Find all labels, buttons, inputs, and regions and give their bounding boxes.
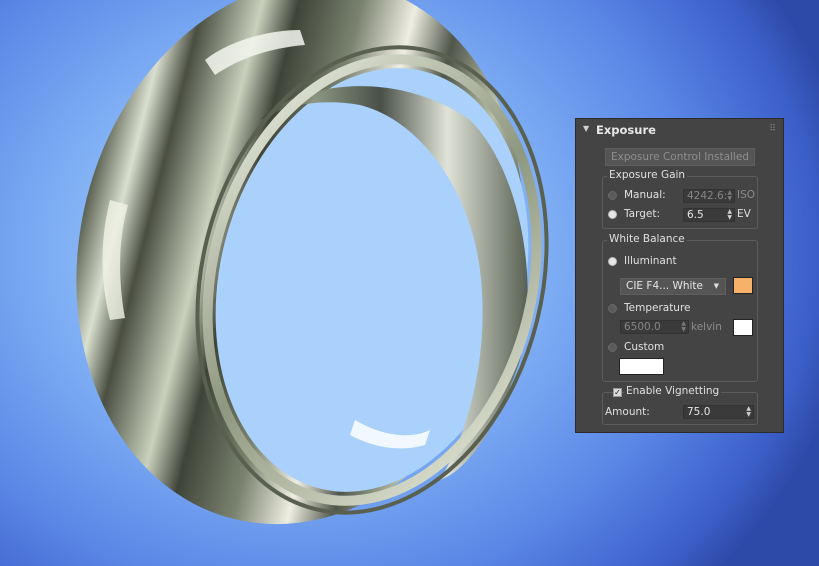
- white-balance-group: White Balance Illuminant CIE F4... White…: [602, 233, 758, 382]
- spinner-arrows-icon[interactable]: ▲ ▼: [746, 406, 751, 418]
- target-radio[interactable]: [608, 210, 617, 219]
- chevron-down-icon: ▼: [713, 282, 719, 290]
- illuminant-label: Illuminant: [624, 255, 677, 267]
- temperature-label: Temperature: [624, 302, 691, 314]
- drag-grip-icon[interactable]: ⠿: [769, 124, 776, 134]
- vignetting-group: ✓ Enable Vignetting Amount: 75.0 ▲ ▼: [602, 385, 758, 425]
- amount-value: 75.0: [687, 406, 711, 418]
- illuminant-color-swatch[interactable]: [733, 277, 753, 294]
- iso-unit: ISO: [737, 189, 756, 201]
- kelvin-unit: kelvin: [691, 321, 722, 333]
- exposure-gain-group: Exposure Gain Manual: 4242.6: ▲ ▼ ISO Tar…: [602, 169, 758, 229]
- illuminant-radio[interactable]: [608, 257, 617, 266]
- exposure-rollout: ▼ Exposure ⠿ Exposure Control Installed …: [575, 118, 784, 433]
- white-balance-label: White Balance: [607, 233, 687, 245]
- manual-label: Manual:: [624, 189, 666, 201]
- temperature-value: 6500.0: [624, 321, 661, 333]
- temperature-kelvin-spinner[interactable]: 6500.0 ▲ ▼: [620, 320, 689, 334]
- spinner-arrows-icon[interactable]: ▲ ▼: [727, 209, 732, 221]
- exposure-gain-label: Exposure Gain: [607, 169, 688, 181]
- illuminant-preset-dropdown[interactable]: CIE F4... White ▼: [620, 278, 726, 295]
- illuminant-preset-value: CIE F4... White: [626, 280, 704, 292]
- spinner-arrows-icon[interactable]: ▲ ▼: [727, 190, 732, 202]
- target-value: 6.5: [687, 209, 704, 221]
- temperature-color-swatch[interactable]: [733, 319, 753, 336]
- collapse-triangle-icon[interactable]: ▼: [583, 124, 589, 133]
- temperature-radio[interactable]: [608, 304, 617, 313]
- target-ev-spinner[interactable]: 6.5 ▲ ▼: [683, 208, 735, 222]
- target-label: Target:: [624, 208, 661, 220]
- amount-label: Amount:: [605, 406, 650, 418]
- ev-unit: EV: [737, 208, 751, 220]
- custom-color-swatch[interactable]: [619, 358, 664, 375]
- spinner-arrows-icon[interactable]: ▲ ▼: [681, 321, 686, 333]
- enable-vignetting-checkbox[interactable]: ✓: [613, 388, 622, 397]
- custom-radio[interactable]: [608, 343, 617, 352]
- rollout-title[interactable]: Exposure: [596, 123, 656, 137]
- vignetting-amount-spinner[interactable]: 75.0 ▲ ▼: [683, 405, 754, 419]
- enable-vignetting-label: Enable Vignetting: [624, 385, 722, 397]
- manual-iso-spinner[interactable]: 4242.6: ▲ ▼: [683, 189, 735, 203]
- manual-radio[interactable]: [608, 191, 617, 200]
- custom-label: Custom: [624, 341, 665, 353]
- manual-value: 4242.6:: [687, 190, 728, 202]
- exposure-control-installed-button[interactable]: Exposure Control Installed: [605, 148, 755, 166]
